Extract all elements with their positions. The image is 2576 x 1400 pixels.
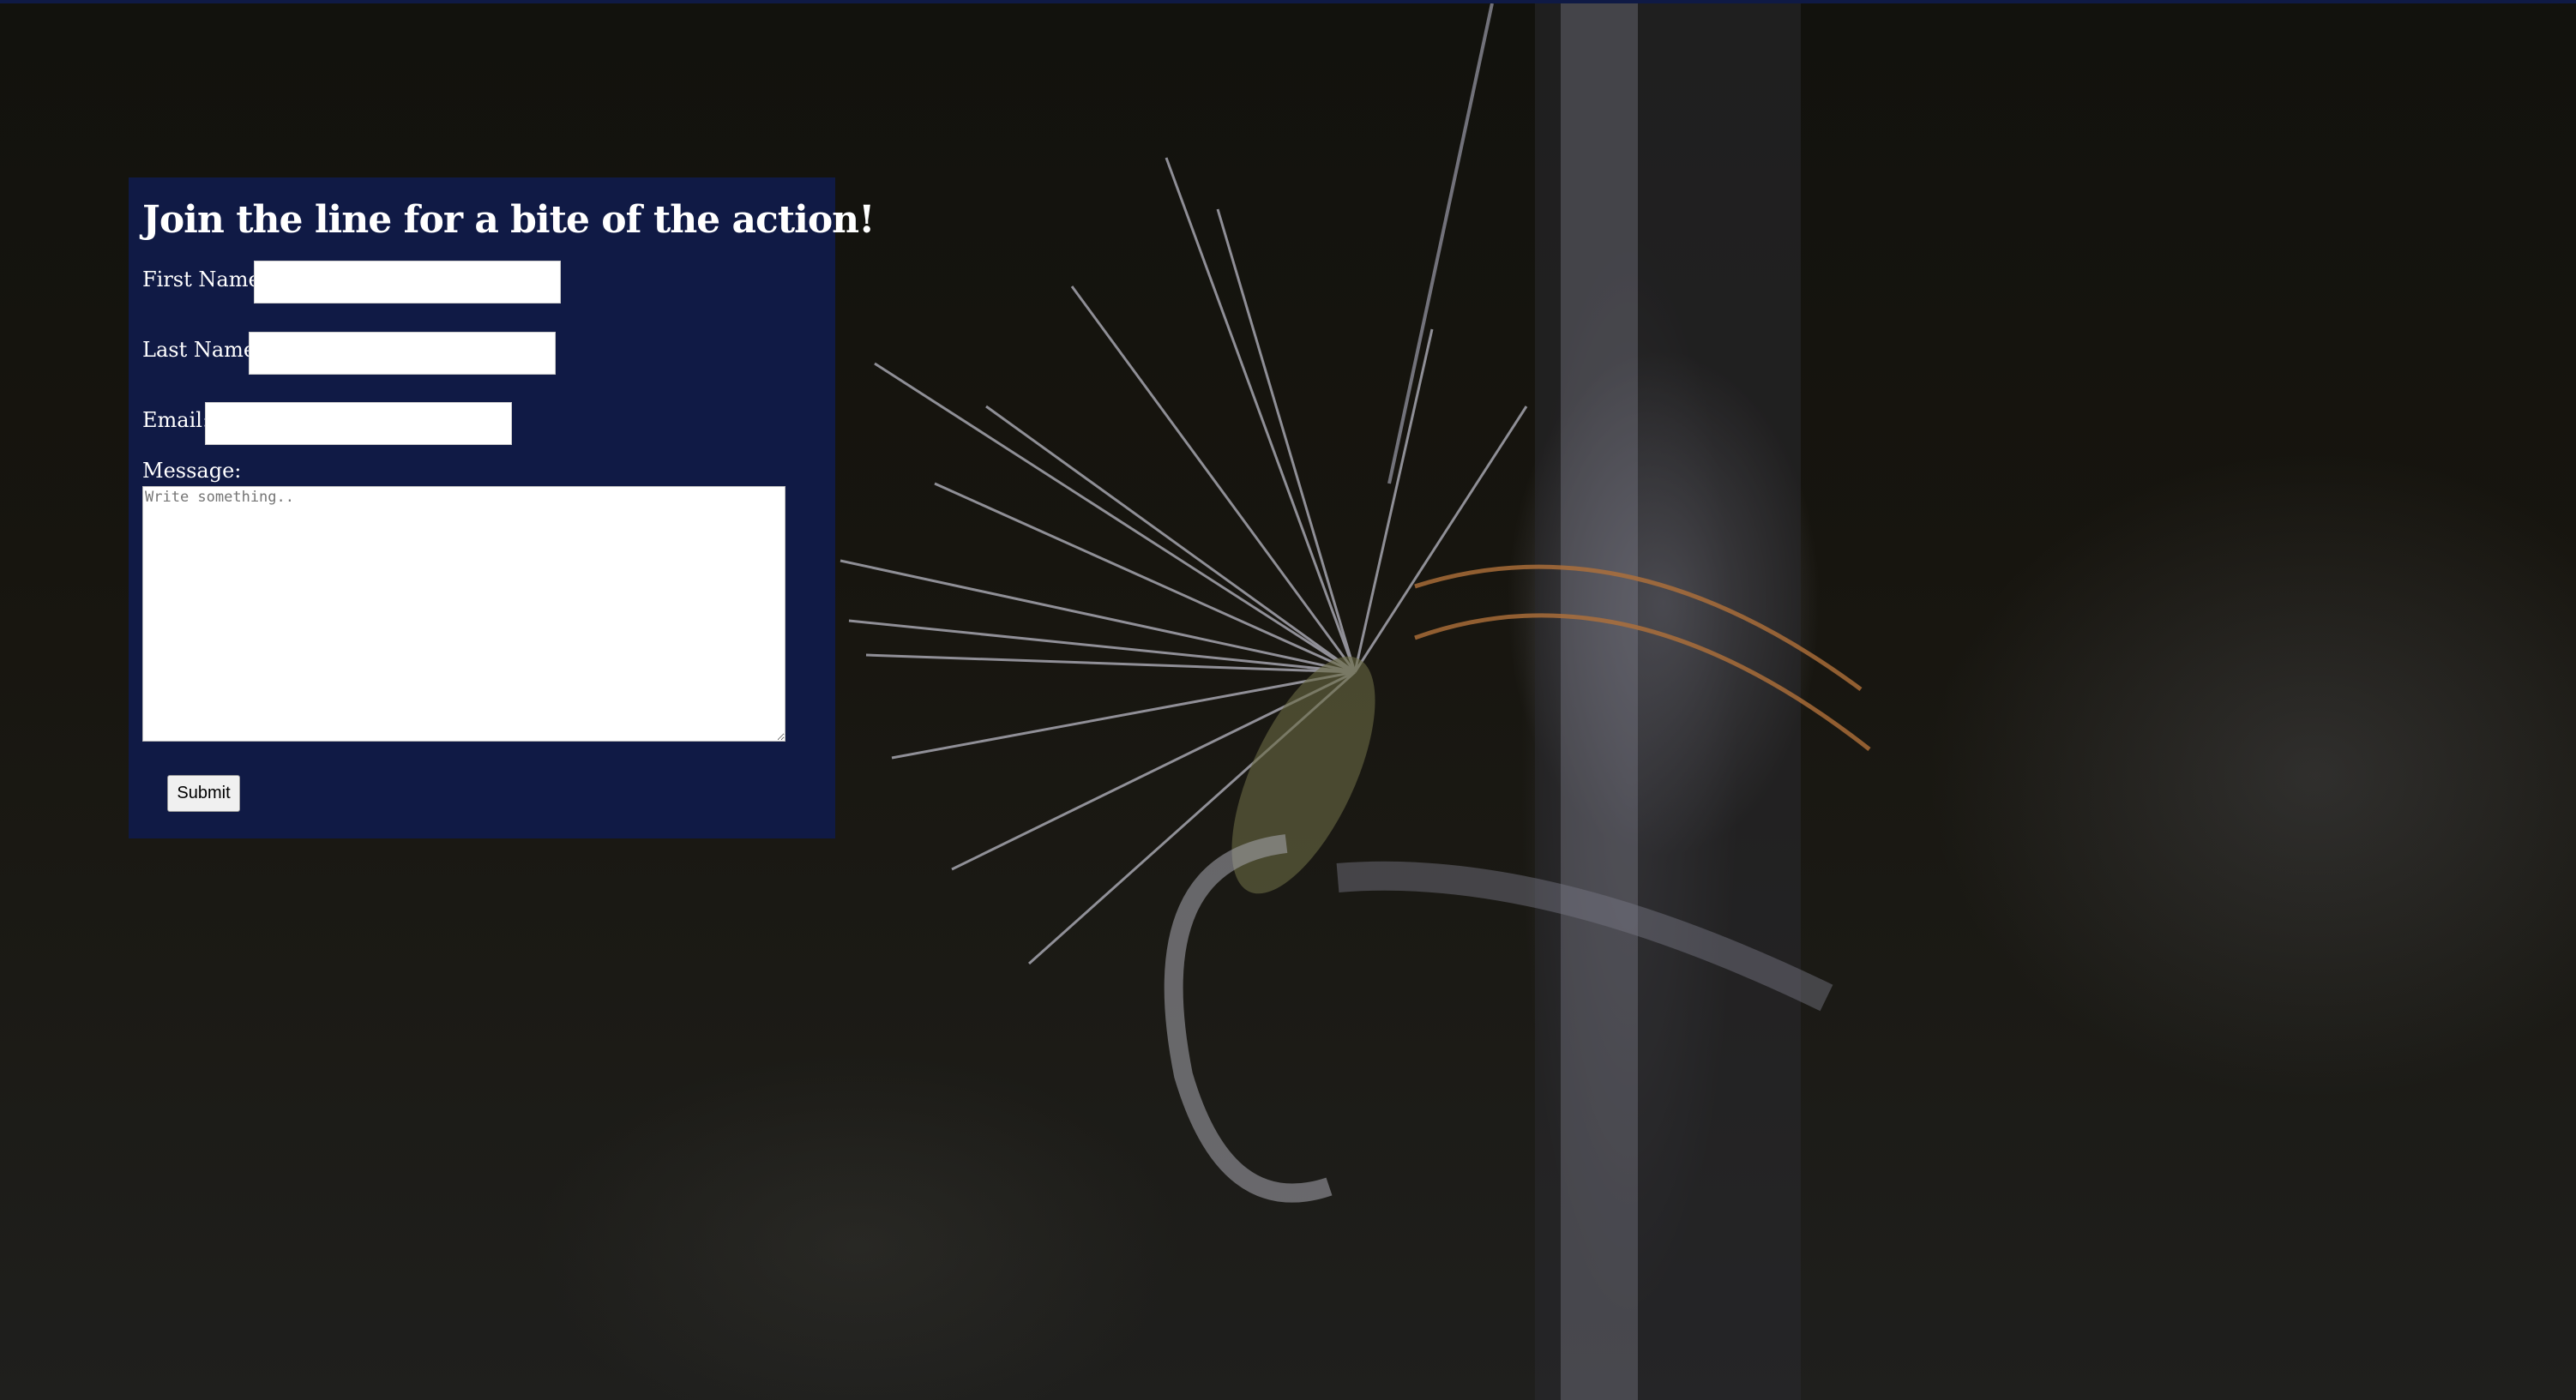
message-label: Message: [142,459,242,483]
page: Join the line for a bite of the action! … [0,0,2576,1400]
form-title: Join the line for a bite of the action! [142,198,875,242]
last-name-label: Last Name: [142,338,263,362]
first-name-label: First Name: [142,267,268,291]
last-name-input[interactable] [249,332,556,375]
first-name-input[interactable] [254,261,561,303]
email-input[interactable] [205,402,512,445]
email-label: Email: [142,408,210,432]
submit-button[interactable]: Submit [167,775,240,812]
message-textarea[interactable] [142,486,785,742]
contact-form: Join the line for a bite of the action! … [129,177,875,838]
